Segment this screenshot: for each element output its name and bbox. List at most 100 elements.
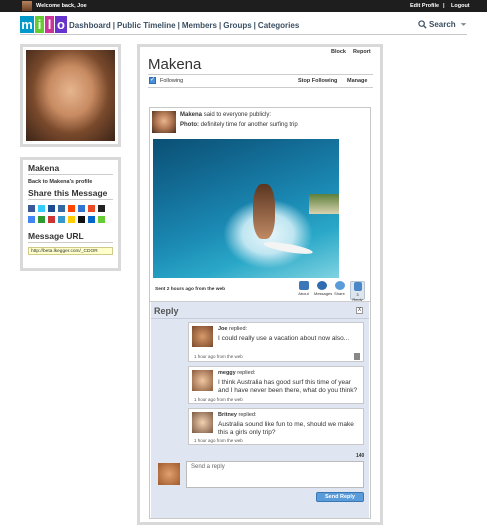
- reply-verb: replied:: [238, 412, 257, 418]
- nav-public-timeline[interactable]: Public Timeline: [117, 21, 176, 30]
- main-panel: Block Report Makena ✓ Following Stop Fol…: [137, 44, 383, 525]
- twitter-icon[interactable]: [38, 205, 45, 212]
- info-icon: [316, 281, 327, 290]
- reply-text: I think Australia has good surf this tim…: [218, 379, 358, 394]
- messages-button[interactable]: Messages: [314, 281, 332, 300]
- digg-icon[interactable]: [58, 205, 65, 212]
- reply-author[interactable]: Joe: [218, 326, 227, 332]
- sent-time: Sent 2 hours ago from the web: [155, 287, 226, 292]
- share-sidebar: Makena Back to Makena's profile Share th…: [20, 157, 121, 271]
- reply-panel: Reply X Joe replied: I could really use …: [151, 302, 369, 518]
- title-divider: [148, 74, 373, 75]
- share-button[interactable]: Share: [332, 281, 347, 300]
- technorati-icon[interactable]: [38, 216, 45, 223]
- reply-arrow-icon: [353, 282, 362, 291]
- reply-input[interactable]: Send a reply: [186, 461, 364, 488]
- logo-letter-l: l: [45, 16, 54, 33]
- post-header: Makena said to everyone publicly:: [180, 112, 271, 118]
- nav-members[interactable]: Members: [182, 21, 217, 30]
- nav-separator: |: [253, 21, 256, 30]
- back-to-profile-link[interactable]: Back to Makena's profile: [28, 179, 113, 185]
- reply-time: 1 hour ago from the web: [194, 397, 243, 402]
- reply-avatar[interactable]: [192, 370, 213, 391]
- about-button[interactable]: About: [296, 281, 311, 300]
- live-icon[interactable]: [98, 216, 105, 223]
- post-actions: About Messages Share 3 Reply: [296, 281, 365, 302]
- reply-panel-divider: [151, 318, 369, 319]
- char-count: 140: [356, 453, 365, 459]
- reply-avatar[interactable]: [192, 326, 213, 347]
- author-name[interactable]: Makena: [180, 112, 202, 118]
- top-bar: Welcome back, Joe Edit Profile | Logout: [0, 0, 487, 12]
- reply-card: Joe replied: I could really use a vacati…: [188, 322, 364, 362]
- user-avatar[interactable]: [22, 1, 32, 11]
- spurl-icon[interactable]: [78, 216, 85, 223]
- nav-dashboard[interactable]: Dashboard: [69, 21, 111, 30]
- edit-profile-link[interactable]: Edit Profile: [410, 3, 439, 9]
- manage-link[interactable]: Manage: [347, 78, 367, 84]
- reply-header: Joe replied:: [218, 326, 247, 332]
- message-post: Makena said to everyone publicly: Photo:…: [149, 107, 371, 519]
- profile-title: Makena: [148, 56, 202, 73]
- logo-letter-m: m: [20, 16, 34, 33]
- reply-author[interactable]: meggy: [218, 370, 236, 376]
- reply-avatar[interactable]: [192, 412, 213, 433]
- stop-following-link[interactable]: Stop Following: [298, 78, 337, 84]
- trash-icon[interactable]: [354, 353, 360, 360]
- nav-separator: |: [177, 21, 180, 30]
- post-said-text: said to everyone publicly:: [203, 112, 272, 118]
- nav-groups[interactable]: Groups: [223, 21, 251, 30]
- blinklist-icon[interactable]: [68, 216, 75, 223]
- profile-photo: [20, 44, 121, 147]
- main-nav: Dashboard | Public Timeline | Members | Groups…: [69, 21, 299, 30]
- following-label: Following: [160, 78, 184, 84]
- reply-time: 1 hour ago from the web: [194, 438, 243, 443]
- message-url-field[interactable]: http://beta.lkegger.com/_CDOR: [28, 247, 113, 255]
- calendar-icon: [298, 281, 309, 290]
- report-link[interactable]: Report: [353, 49, 371, 55]
- search-icon: [418, 20, 427, 29]
- reply-time: 1 hour ago from the web: [194, 354, 243, 359]
- block-link[interactable]: Block: [331, 49, 346, 55]
- chevron-down-icon[interactable]: [460, 21, 467, 28]
- furl-icon[interactable]: [58, 216, 65, 223]
- author-avatar[interactable]: [152, 111, 176, 133]
- newsvine-icon[interactable]: [48, 216, 55, 223]
- simpy-icon[interactable]: [88, 216, 95, 223]
- search-control[interactable]: Search: [418, 20, 467, 29]
- nav-separator: |: [112, 21, 116, 30]
- site-logo[interactable]: m i l o: [20, 16, 67, 33]
- search-label: Search: [429, 20, 456, 29]
- share-icons: [28, 205, 113, 223]
- photo-caption: definitely time for another surfing trip: [200, 122, 298, 128]
- nav-categories[interactable]: Categories: [258, 21, 299, 30]
- my-avatar: [158, 463, 180, 485]
- message-url-heading: Message URL: [28, 231, 113, 243]
- reply-author[interactable]: Britney: [218, 412, 237, 418]
- share-heading: Share this Message: [28, 188, 113, 200]
- reply-panel-title: Reply: [154, 306, 179, 316]
- post-photo[interactable]: [153, 139, 339, 278]
- reply-button[interactable]: 3 Reply: [350, 281, 365, 302]
- share-arrows-icon: [334, 281, 345, 290]
- reply-card: meggy replied: I think Australia has goo…: [188, 366, 364, 404]
- delicious-icon[interactable]: [78, 205, 85, 212]
- logout-link[interactable]: Logout: [451, 3, 470, 9]
- facebook-icon[interactable]: [28, 205, 35, 212]
- send-reply-button[interactable]: Send Reply: [316, 492, 364, 502]
- reply-text: I could really use a vacation about now …: [218, 335, 350, 342]
- close-icon[interactable]: X: [356, 307, 363, 314]
- reply-header: meggy replied:: [218, 370, 255, 376]
- photo-label: Photo:: [180, 122, 199, 128]
- myspace-icon[interactable]: [48, 205, 55, 212]
- stumbleupon-icon[interactable]: [88, 205, 95, 212]
- share-label: Share: [334, 291, 345, 296]
- logo-letter-o: o: [55, 16, 67, 33]
- following-checkbox[interactable]: ✓: [149, 77, 156, 84]
- yahoo-icon[interactable]: [98, 205, 105, 212]
- reddit-icon[interactable]: [68, 205, 75, 212]
- reply-card: Britney replied: Australia sound like fu…: [188, 408, 364, 445]
- google-icon[interactable]: [28, 216, 35, 223]
- reply-verb: replied:: [229, 326, 248, 332]
- topbar-separator: |: [443, 3, 445, 9]
